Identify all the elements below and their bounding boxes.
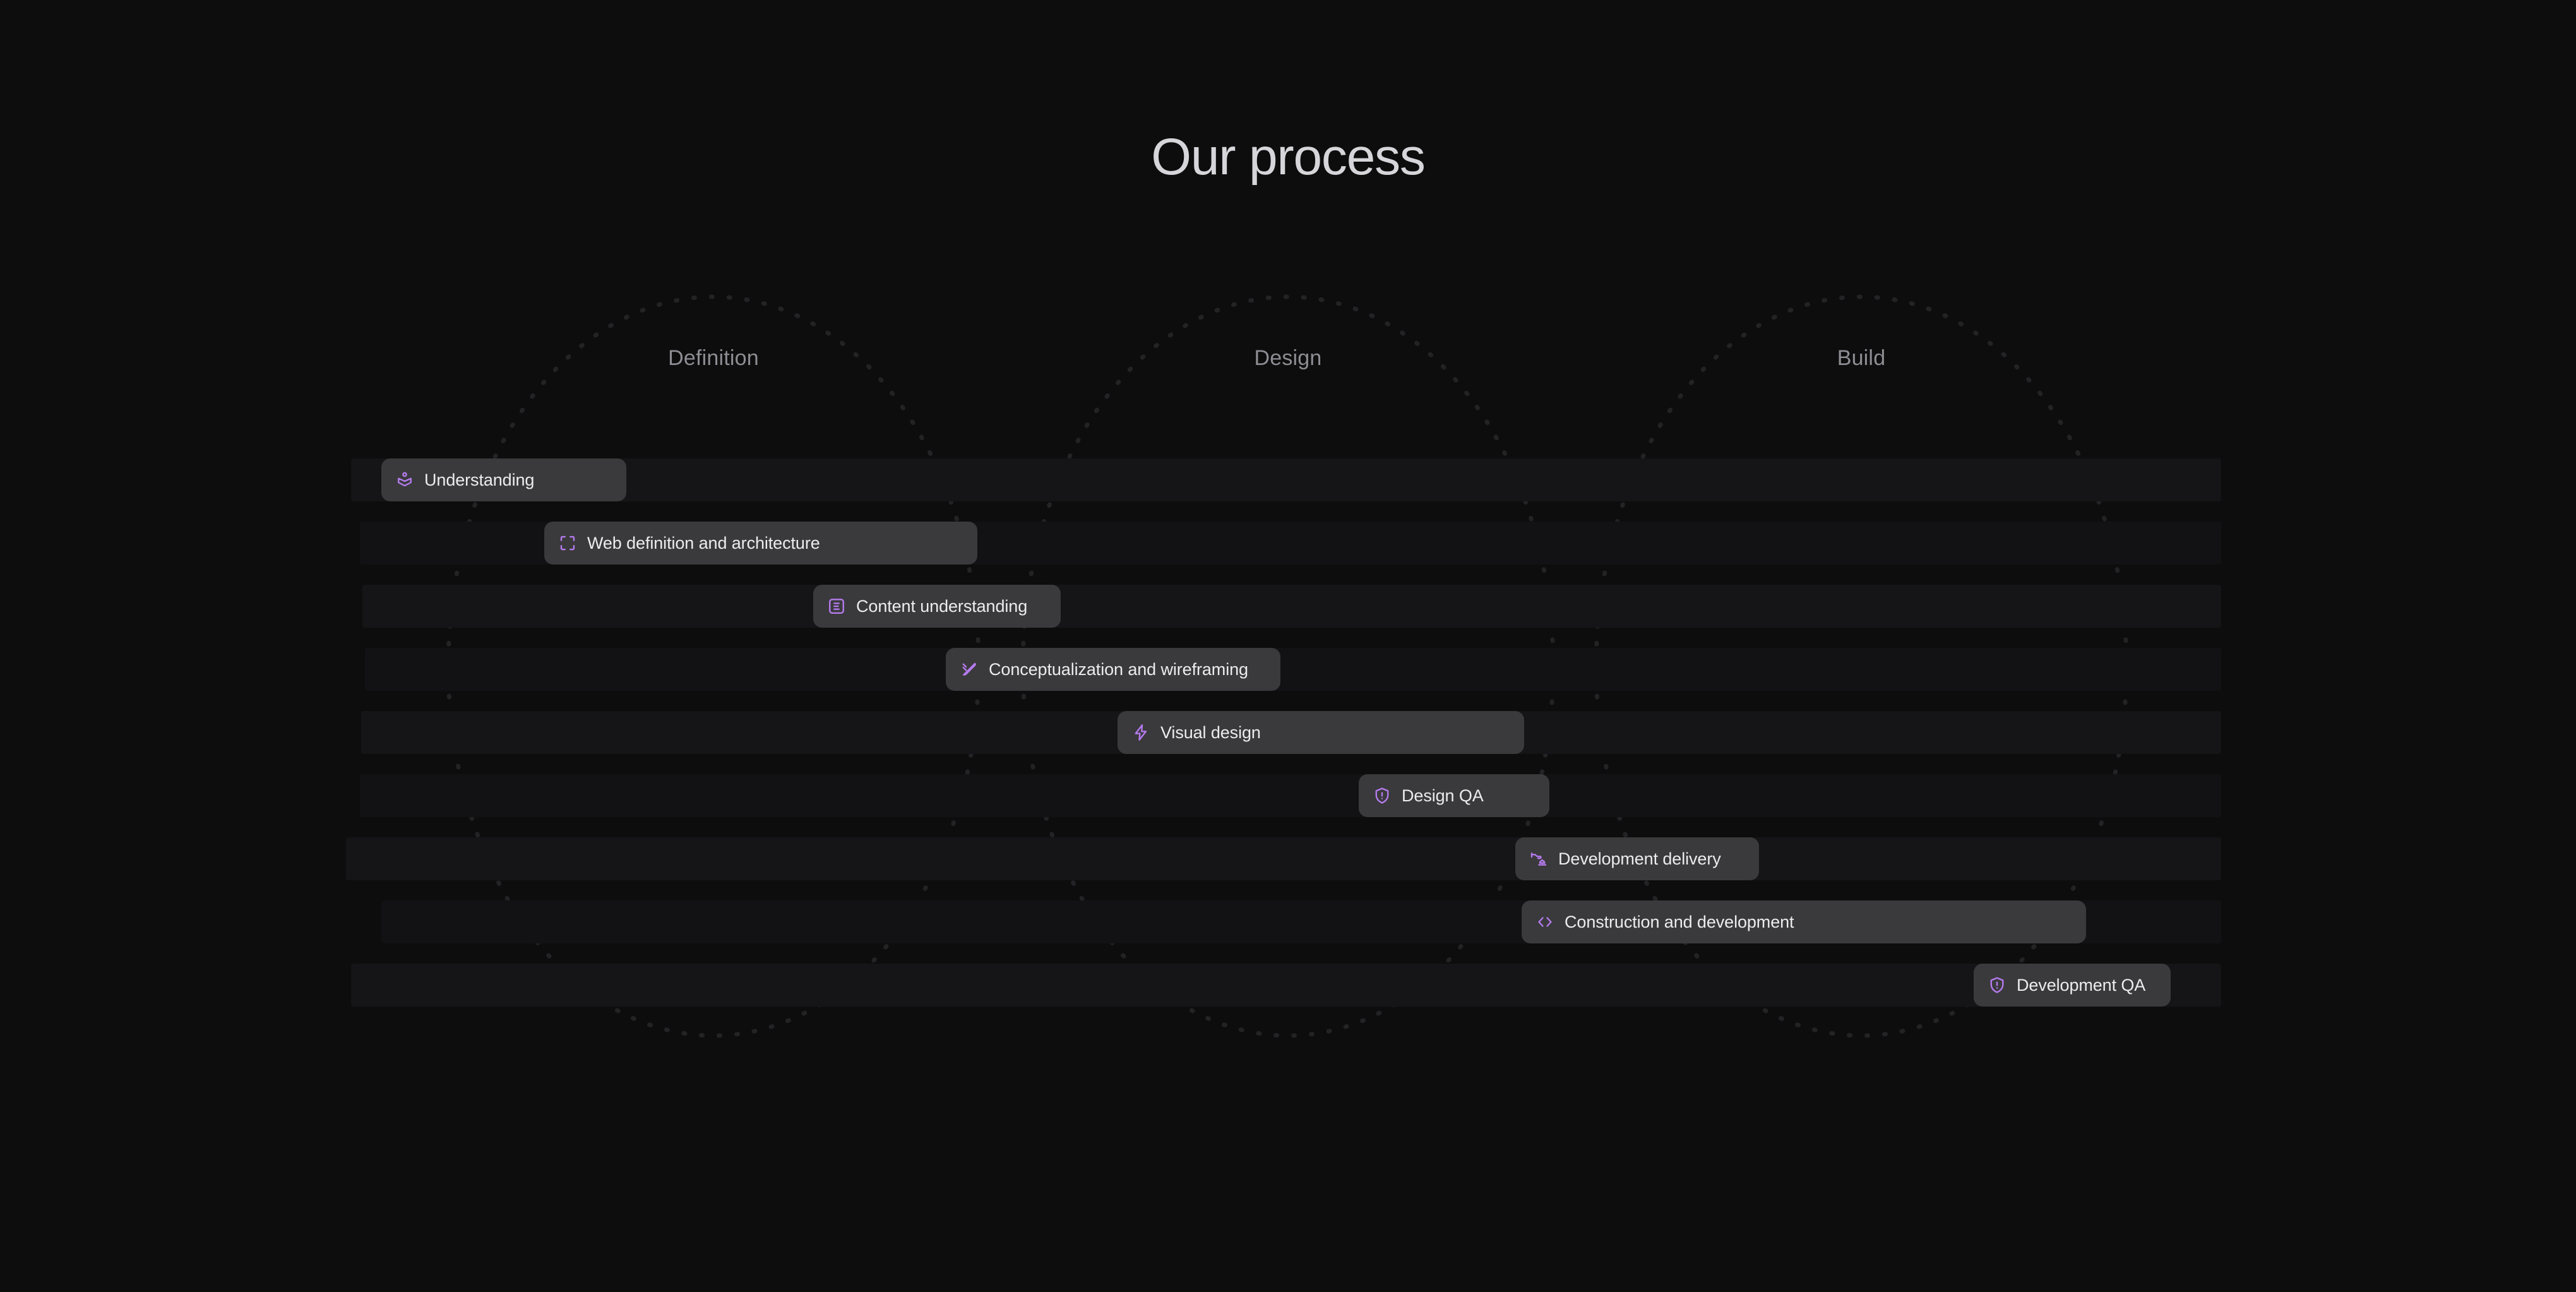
process-step-label: Design QA [1402,786,1484,805]
text-box-icon [827,597,846,616]
pen-sparkle-icon [960,660,979,679]
process-step-label: Web definition and architecture [587,533,820,553]
process-step-bar[interactable]: Content understanding [813,585,1061,628]
scan-frame-icon [558,534,577,553]
row-track [346,837,2221,880]
book-reader-icon [395,470,414,489]
process-step-bar[interactable]: Conceptualization and wireframing [946,648,1280,691]
shield-alert-icon [1988,976,2007,995]
process-step-label: Content understanding [856,596,1028,616]
process-step-label: Conceptualization and wireframing [989,659,1248,679]
process-diagram: Definition Design Build Understanding Web d… [0,0,2576,1292]
process-step-bar[interactable]: Development delivery [1515,837,1759,880]
process-step-label: Development delivery [1558,849,1721,868]
process-step-bar[interactable]: Web definition and architecture [544,522,977,565]
lightning-bolt-icon [1131,723,1150,742]
row-track [351,964,2221,1007]
shield-alert-icon [1373,786,1392,805]
page-title: Our process [1151,128,1426,186]
process-step-label: Understanding [424,470,535,489]
process-step-bar[interactable]: Development QA [1974,964,2171,1007]
process-step-label: Development QA [2017,975,2146,995]
process-step-bar[interactable]: Construction and development [1522,900,2086,943]
row-track [351,458,2221,501]
code-brackets-icon [1535,912,1554,931]
process-step-bar[interactable]: Understanding [381,458,626,501]
row-track [360,774,2221,817]
row-track [365,648,2221,691]
hand-delivery-icon [1529,849,1548,868]
process-step-bar[interactable]: Design QA [1359,774,1549,817]
process-step-label: Construction and development [1565,912,1794,931]
process-step-bar[interactable]: Visual design [1118,711,1524,754]
process-step-label: Visual design [1160,722,1261,742]
row-track [362,585,2221,628]
process-row-group: Understanding Web definition and architec… [0,0,2576,1292]
